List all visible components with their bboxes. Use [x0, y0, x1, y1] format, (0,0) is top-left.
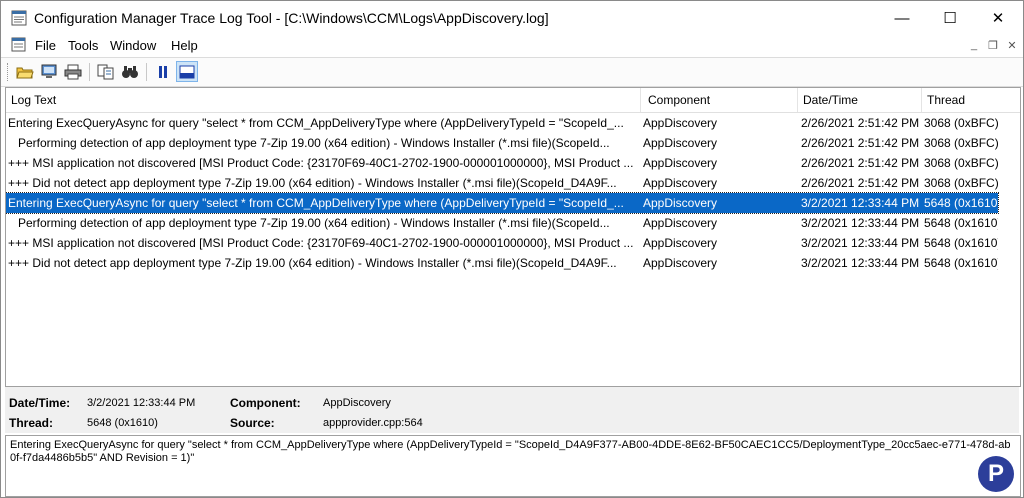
- thread-cell: 3068 (0xBFC): [924, 176, 998, 190]
- datetime-cell: 3/2/2021 12:33:44 PM: [801, 196, 920, 210]
- log-tool-app-icon: [11, 10, 27, 26]
- datetime-cell: 3/2/2021 12:33:44 PM: [801, 216, 920, 230]
- document-window-icon[interactable]: [11, 37, 26, 52]
- minimize-button[interactable]: —: [879, 1, 925, 35]
- component-value: AppDiscovery: [323, 397, 391, 409]
- print-icon[interactable]: [62, 61, 84, 82]
- toolbar: [1, 57, 1023, 87]
- find-icon[interactable]: [119, 61, 141, 82]
- component-cell: AppDiscovery: [643, 136, 718, 150]
- component-cell: AppDiscovery: [643, 116, 718, 130]
- watermark-logo: P: [978, 456, 1014, 492]
- component-cell: AppDiscovery: [643, 236, 718, 250]
- title-bar[interactable]: Configuration Manager Trace Log Tool - […: [1, 1, 1023, 35]
- thread-cell: 3068 (0xBFC): [924, 156, 998, 170]
- datetime-cell: 2/26/2021 2:51:42 PM: [801, 116, 920, 130]
- thread-cell: 5648 (0x1610): [924, 236, 998, 250]
- log-text-cell: Entering ExecQueryAsync for query "selec…: [8, 116, 624, 130]
- log-row[interactable]: Performing detection of app deployment t…: [6, 213, 998, 233]
- thread-cell: 5648 (0x1610): [924, 256, 998, 270]
- log-text-cell: Performing detection of app deployment t…: [8, 136, 610, 150]
- log-text-cell: +++ MSI application not discovered [MSI …: [8, 236, 634, 250]
- log-text-cell: +++ Did not detect app deployment type 7…: [8, 256, 617, 270]
- component-cell: AppDiscovery: [643, 176, 718, 190]
- log-row[interactable]: +++ Did not detect app deployment type 7…: [6, 173, 998, 193]
- open-icon[interactable]: [14, 61, 36, 82]
- source-label: Source:: [230, 416, 275, 430]
- toolbar-grip[interactable]: [7, 63, 10, 81]
- thread-cell: 5648 (0x1610): [924, 216, 998, 230]
- datetime-cell: 3/2/2021 12:33:44 PM: [801, 256, 920, 270]
- log-row[interactable]: Entering ExecQueryAsync for query "selec…: [6, 113, 998, 133]
- source-value: appprovider.cpp:564: [323, 417, 423, 429]
- menu-tools[interactable]: Tools: [68, 38, 98, 53]
- menu-help[interactable]: Help: [171, 38, 198, 53]
- datetime-cell: 2/26/2021 2:51:42 PM: [801, 136, 920, 150]
- log-row[interactable]: +++ MSI application not discovered [MSI …: [6, 233, 998, 253]
- details-pane: Date/Time: 3/2/2021 12:33:44 PM Componen…: [5, 387, 1019, 433]
- log-message-box[interactable]: Entering ExecQueryAsync for query "selec…: [5, 435, 1021, 497]
- log-row[interactable]: +++ Did not detect app deployment type 7…: [6, 253, 998, 273]
- thread-value: 5648 (0x1610): [87, 417, 158, 429]
- log-message-text[interactable]: Entering ExecQueryAsync for query "selec…: [10, 439, 1015, 465]
- open-on-server-icon[interactable]: [38, 61, 60, 82]
- menu-file[interactable]: File: [35, 38, 56, 53]
- column-header-component[interactable]: Component: [643, 88, 798, 112]
- thread-cell: 3068 (0xBFC): [924, 116, 998, 130]
- column-header-thread[interactable]: Thread: [922, 88, 1020, 112]
- log-text-cell: +++ MSI application not discovered [MSI …: [8, 156, 634, 170]
- maximize-button[interactable]: ☐: [927, 1, 973, 35]
- component-cell: AppDiscovery: [643, 256, 718, 270]
- component-cell: AppDiscovery: [643, 156, 718, 170]
- log-text-cell: +++ Did not detect app deployment type 7…: [8, 176, 617, 190]
- column-header-log-text[interactable]: Log Text: [6, 88, 641, 112]
- datetime-cell: 2/26/2021 2:51:42 PM: [801, 176, 920, 190]
- toolbar-separator: [146, 63, 147, 81]
- component-label: Component:: [230, 396, 301, 410]
- mdi-minimize-button[interactable]: _: [965, 37, 983, 53]
- list-header: Log Text Component Date/Time Thread: [6, 88, 1020, 113]
- thread-label: Thread:: [9, 416, 54, 430]
- menu-bar: File Tools Window Help _ ❐ ✕: [1, 35, 1023, 55]
- log-row[interactable]: +++ MSI application not discovered [MSI …: [6, 153, 998, 173]
- close-button[interactable]: ✕: [975, 1, 1021, 35]
- copy-icon[interactable]: [95, 61, 117, 82]
- datetime-cell: 2/26/2021 2:51:42 PM: [801, 156, 920, 170]
- datetime-label: Date/Time:: [9, 396, 71, 410]
- app-window: Configuration Manager Trace Log Tool - […: [0, 0, 1024, 498]
- mdi-restore-button[interactable]: ❐: [984, 37, 1002, 53]
- log-text-cell: Entering ExecQueryAsync for query "selec…: [8, 196, 624, 210]
- window-title: Configuration Manager Trace Log Tool - […: [34, 10, 549, 26]
- log-row-selected[interactable]: Entering ExecQueryAsync for query "selec…: [6, 192, 999, 214]
- log-text-cell: Performing detection of app deployment t…: [8, 216, 610, 230]
- mdi-close-button[interactable]: ✕: [1003, 37, 1021, 53]
- show-details-icon[interactable]: [176, 61, 198, 82]
- datetime-cell: 3/2/2021 12:33:44 PM: [801, 236, 920, 250]
- thread-cell: 3068 (0xBFC): [924, 136, 998, 150]
- log-row[interactable]: Performing detection of app deployment t…: [6, 133, 998, 153]
- component-cell: AppDiscovery: [643, 196, 718, 210]
- thread-cell: 5648 (0x1610): [924, 196, 998, 210]
- log-list[interactable]: Log Text Component Date/Time Thread Ente…: [5, 87, 1021, 387]
- datetime-value: 3/2/2021 12:33:44 PM: [87, 397, 196, 409]
- toolbar-separator: [89, 63, 90, 81]
- component-cell: AppDiscovery: [643, 216, 718, 230]
- column-header-datetime[interactable]: Date/Time: [798, 88, 922, 112]
- pause-icon[interactable]: [152, 61, 174, 82]
- menu-window[interactable]: Window: [110, 38, 156, 53]
